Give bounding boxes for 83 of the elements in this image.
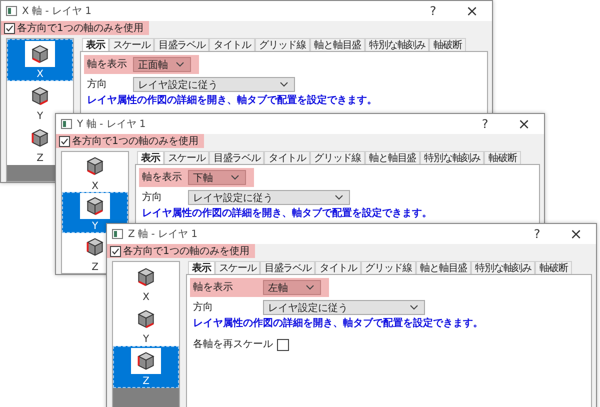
- tab[interactable]: 目盛ラベル: [260, 261, 316, 274]
- help-button[interactable]: ?: [523, 224, 551, 244]
- dropdown[interactable]: 下軸: [188, 170, 246, 185]
- field-label: 方向: [87, 78, 108, 90]
- axis-label: X: [36, 68, 44, 80]
- tab[interactable]: スケール: [108, 38, 154, 51]
- checkbox[interactable]: [59, 136, 70, 146]
- tab[interactable]: 軸破断: [535, 261, 572, 274]
- axis-label: Z: [142, 376, 150, 386]
- close-button[interactable]: ×: [452, 1, 492, 21]
- hint-text: レイヤ属性の作図の詳細を開き、軸タブで配置を設定できます。: [192, 318, 484, 330]
- close-button[interactable]: ×: [556, 224, 596, 244]
- field-label: 方向: [142, 192, 163, 204]
- tab[interactable]: 軸と軸目盛: [310, 38, 366, 51]
- tab[interactable]: スケール: [164, 151, 210, 164]
- checkbox[interactable]: [110, 246, 121, 256]
- axis-item[interactable]: X: [113, 262, 179, 304]
- window-title: Z 軸 - レイヤ 1: [128, 228, 198, 241]
- axis-item[interactable]: X: [62, 152, 128, 192]
- dropdown[interactable]: レイヤ設定に従う: [188, 190, 350, 205]
- window-title: X 軸 - レイヤ 1: [22, 4, 92, 18]
- checkbox[interactable]: [277, 339, 289, 351]
- tab[interactable]: 表示: [137, 151, 164, 164]
- tab[interactable]: 目盛ラベル: [154, 38, 210, 51]
- window-title: Y 軸 - レイヤ 1: [77, 118, 146, 131]
- checkbox-row[interactable]: 各方向で1つの軸のみを使用: [107, 244, 256, 258]
- axis-label: Y: [36, 110, 44, 122]
- axis-label: X: [142, 292, 150, 302]
- tab[interactable]: 目盛ラベル: [209, 151, 264, 164]
- chevron-icon: [410, 305, 418, 310]
- close-button[interactable]: ×: [504, 114, 544, 134]
- chevron-icon: [280, 82, 288, 87]
- checkbox-row[interactable]: 各方向で1つの軸のみを使用: [56, 134, 204, 148]
- axis-item[interactable]: Y: [62, 192, 128, 233]
- tab[interactable]: 軸破断: [429, 38, 466, 51]
- tab[interactable]: グリッド線: [361, 261, 416, 274]
- tab[interactable]: タイトル: [209, 38, 256, 51]
- hint-text: レイヤ属性の作図の詳細を開き、軸タブで配置を設定できます。: [86, 95, 378, 107]
- tab[interactable]: 軸破断: [484, 151, 521, 164]
- field-label: 方向: [193, 302, 214, 314]
- chevron-icon: [176, 62, 184, 67]
- tab[interactable]: タイトル: [315, 261, 362, 274]
- axis-label: Y: [92, 221, 98, 232]
- field-label: 軸を表示: [87, 58, 128, 70]
- checkbox[interactable]: [4, 22, 15, 34]
- window-icon: [6, 6, 17, 16]
- window-icon: [112, 229, 123, 239]
- chevron-icon: [306, 285, 314, 290]
- tab[interactable]: 特別な軸刻み: [365, 38, 430, 51]
- window-icon: [61, 119, 72, 129]
- tab[interactable]: スケール: [214, 261, 260, 274]
- axis-label: Z: [36, 152, 44, 164]
- tab[interactable]: 表示: [188, 261, 215, 274]
- checkbox-label: 各方向で1つの軸のみを使用: [72, 134, 198, 148]
- help-button[interactable]: ?: [471, 114, 499, 134]
- tab[interactable]: 特別な軸刻み: [420, 151, 484, 164]
- axis-label: X: [92, 180, 98, 192]
- dropdown[interactable]: 左軸: [263, 280, 321, 295]
- chevron-icon: [335, 195, 343, 200]
- axis-item[interactable]: X: [7, 39, 73, 81]
- axis-item[interactable]: Y: [113, 304, 179, 346]
- hint-text: レイヤ属性の作図の詳細を開き、軸タブで配置を設定できます。: [141, 208, 433, 220]
- dropdown[interactable]: レイヤ設定に従う: [133, 77, 295, 92]
- dropdown[interactable]: 正面軸: [133, 57, 191, 72]
- tab[interactable]: 特別な軸刻み: [471, 261, 536, 274]
- axis-item[interactable]: Z: [113, 346, 179, 388]
- tab[interactable]: グリッド線: [310, 151, 366, 164]
- checkbox-row[interactable]: 各方向で1つの軸のみを使用: [1, 21, 150, 35]
- tab[interactable]: 表示: [82, 38, 109, 51]
- field-label: 軸を表示: [193, 282, 234, 294]
- tab[interactable]: 軸と軸目盛: [365, 151, 420, 164]
- checkbox-label: 各方向で1つの軸のみを使用: [17, 22, 144, 35]
- chevron-icon: [231, 175, 239, 180]
- tab[interactable]: タイトル: [264, 151, 310, 164]
- tab[interactable]: 軸と軸目盛: [416, 261, 472, 274]
- checkbox-label: 各軸を再スケール: [193, 339, 273, 351]
- field-label: 軸を表示: [142, 172, 183, 184]
- help-button[interactable]: ?: [419, 1, 447, 21]
- axis-item[interactable]: Y: [7, 81, 73, 123]
- axis-label: Y: [142, 334, 150, 344]
- tab[interactable]: グリッド線: [255, 38, 310, 51]
- axis-label: Z: [92, 262, 98, 272]
- dropdown[interactable]: レイヤ設定に従う: [263, 300, 425, 315]
